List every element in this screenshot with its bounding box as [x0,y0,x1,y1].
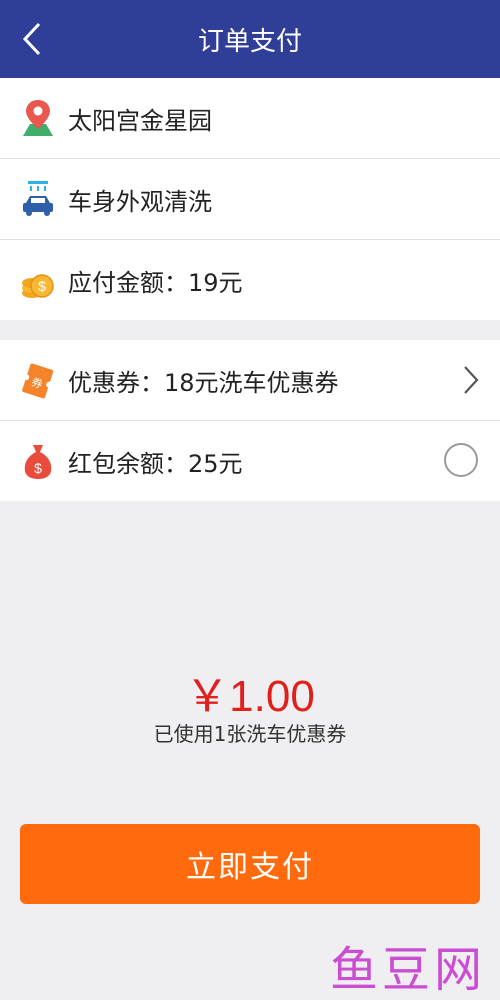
coins-icon: $ [20,260,56,300]
car-wash-icon [20,179,56,219]
svg-text:$: $ [38,278,46,294]
amount-due-row: $ 应付金额：19元 [0,240,500,320]
coupon-row[interactable]: 券 优惠券：18元洗车优惠券 [0,340,500,421]
svg-text:$: $ [34,460,42,476]
order-info-card: 太阳宫金星园 车身外观清洗 $ 应付金额：19元 [0,78,500,320]
location-name: 太阳宫金星园 [68,106,212,135]
service-name: 车身外观清洗 [68,187,212,216]
coupon-ticket-icon: 券 [20,360,56,400]
pay-now-button[interactable]: 立即支付 [20,824,480,904]
service-row: 车身外观清洗 [0,159,500,240]
page-title: 订单支付 [197,26,302,57]
pay-amount: ￥1.00 [185,672,315,721]
red-packet-row[interactable]: $ 红包余额：25元 [0,421,500,501]
top-bar: 订单支付 [0,0,500,78]
watermark-logo: 鱼豆网 [329,942,486,998]
chevron-right-icon[interactable] [460,364,482,396]
red-packet-radio[interactable] [444,443,478,477]
coupon-used-note: 已使用1张洗车优惠券 [153,722,347,746]
money-bag-icon: $ [20,441,56,481]
discounts-card: 券 优惠券：18元洗车优惠券 $ 红包余额：25元 [0,340,500,501]
red-packet-label: 红包余额：25元 [68,449,243,478]
amount-due: 应付金额：19元 [68,268,243,297]
location-row: 太阳宫金星园 [0,78,500,159]
coupon-label: 优惠券：18元洗车优惠券 [68,368,339,397]
map-pin-icon [20,98,56,138]
